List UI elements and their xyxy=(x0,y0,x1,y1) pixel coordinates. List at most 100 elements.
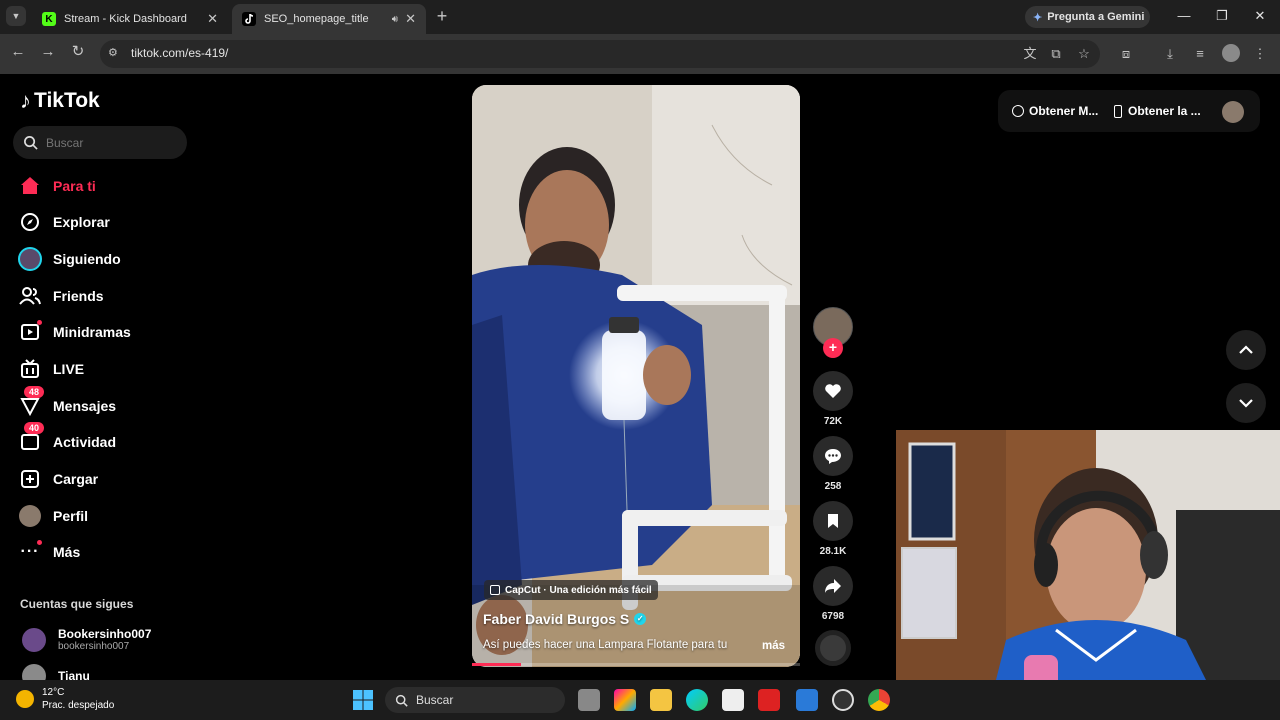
taskbar xyxy=(0,680,1280,720)
previous-video-button[interactable] xyxy=(1226,330,1266,370)
forward-arrow-icon[interactable]: → xyxy=(36,40,60,64)
more-icon: ··· xyxy=(18,540,42,564)
profile-avatar-icon[interactable] xyxy=(1222,44,1240,62)
file-explorer-icon[interactable] xyxy=(650,689,672,711)
tab-title: Stream - Kick Dashboard xyxy=(64,13,187,25)
download-icon[interactable]: ⤓ xyxy=(1160,44,1180,64)
music-disc-icon[interactable] xyxy=(815,630,851,666)
comment-bubble-icon xyxy=(825,448,841,464)
video-progress-fill xyxy=(472,663,522,666)
following-account[interactable]: Bookersinho007 bookersinho007 xyxy=(22,627,151,652)
obs-icon[interactable] xyxy=(832,689,854,711)
avatar[interactable] xyxy=(1222,101,1244,123)
restore-icon[interactable]: ❐ xyxy=(1210,6,1234,26)
menu-kebab-icon[interactable]: ⋮ xyxy=(1250,44,1270,64)
tiktok-logo[interactable]: ♪ TikTok xyxy=(20,88,100,114)
speaker-icon[interactable]: 🔊︎ xyxy=(392,14,398,25)
edge-browser-icon[interactable] xyxy=(686,689,708,711)
media-controls-icon[interactable]: ≡ xyxy=(1190,44,1210,64)
next-video-button[interactable] xyxy=(1226,383,1266,423)
mail-icon[interactable] xyxy=(796,689,818,711)
nav-item-mas[interactable]: ··· Más xyxy=(18,538,80,566)
search-input[interactable] xyxy=(46,135,176,150)
nav-label: Para ti xyxy=(53,178,96,194)
search-bar[interactable] xyxy=(13,126,187,159)
share-count: 6798 xyxy=(821,611,845,622)
copilot-icon[interactable] xyxy=(614,689,636,711)
back-arrow-icon[interactable]: ← xyxy=(6,40,30,64)
comment-button[interactable] xyxy=(813,436,853,476)
following-section-title: Cuentas que sigues xyxy=(20,597,134,611)
nav-label: Explorar xyxy=(53,214,110,230)
search-icon xyxy=(24,136,38,150)
microsoft-store-icon[interactable] xyxy=(722,689,744,711)
heart-icon xyxy=(825,384,841,398)
taskbar-search[interactable]: Buscar xyxy=(385,687,565,713)
nav-item-para-ti[interactable]: Para ti xyxy=(18,172,96,200)
save-button[interactable] xyxy=(813,501,853,541)
like-button[interactable] xyxy=(813,371,853,411)
close-icon[interactable]: ✕ xyxy=(207,11,218,27)
gemini-label: Pregunta a Gemini xyxy=(1047,11,1145,23)
nav-item-perfil[interactable]: Perfil xyxy=(18,502,88,530)
new-tab-button[interactable]: + xyxy=(432,6,452,26)
url-text[interactable]: tiktok.com/es-419/ xyxy=(131,46,228,60)
gemini-button[interactable]: ✦ Pregunta a Gemini xyxy=(1025,6,1150,28)
get-app-label: Obtener la ... xyxy=(1128,104,1201,118)
get-coins-button[interactable]: Obtener M... xyxy=(1012,104,1098,118)
video-author[interactable]: Faber David Burgos S ✓ xyxy=(483,611,647,627)
task-view-icon[interactable] xyxy=(578,689,600,711)
weather-condition: Prac. despejado xyxy=(42,700,115,711)
nav-item-mensajes[interactable]: 48 Mensajes xyxy=(18,386,116,420)
bookmark-icon xyxy=(828,514,838,528)
follow-plus-icon[interactable]: + xyxy=(823,338,843,358)
weather-widget[interactable]: 12°C Prac. despejado xyxy=(16,686,114,712)
taskbar-search-label: Buscar xyxy=(416,693,454,707)
get-app-button[interactable]: Obtener la ... xyxy=(1114,104,1201,118)
video-progress-track[interactable] xyxy=(472,663,800,666)
translate-icon[interactable]: 文 xyxy=(1020,44,1040,64)
capcut-label: CapCut · Una edición más fácil xyxy=(505,584,652,596)
avatar xyxy=(22,627,46,652)
close-icon[interactable]: ✕ xyxy=(405,11,416,27)
nav-item-cargar[interactable]: Cargar xyxy=(18,465,98,493)
bookmark-star-icon[interactable]: ☆ xyxy=(1074,44,1094,64)
minimize-icon[interactable]: — xyxy=(1172,6,1196,26)
search-icon xyxy=(395,694,408,707)
share-button[interactable] xyxy=(813,566,853,606)
mcafee-icon[interactable] xyxy=(758,689,780,711)
extensions-icon[interactable]: ⧈ xyxy=(1116,44,1136,64)
save-count: 28.1K xyxy=(819,546,847,557)
site-info-icon[interactable]: ⚙ xyxy=(108,46,118,59)
nav-item-explorar[interactable]: Explorar xyxy=(18,208,110,236)
address-bar[interactable] xyxy=(100,40,1100,68)
windows-start-icon[interactable] xyxy=(352,689,374,711)
friends-icon xyxy=(18,284,42,308)
nav-label: Siguiendo xyxy=(53,251,121,267)
kick-favicon-icon: K xyxy=(42,12,56,26)
tab-tiktok[interactable]: SEO_homepage_title 🔊︎ ✕ xyxy=(232,4,426,34)
account-name: Bookersinho007 xyxy=(58,627,152,641)
compass-icon xyxy=(18,210,42,234)
nav-label: Actividad xyxy=(53,434,117,450)
activity-icon: 40 xyxy=(18,422,45,454)
capcut-icon xyxy=(490,585,500,595)
nav-item-siguiendo[interactable]: Siguiendo xyxy=(18,245,121,273)
get-coins-label: Obtener M... xyxy=(1029,104,1099,118)
nav-item-live[interactable]: LIVE xyxy=(18,355,84,383)
nav-item-minidramas[interactable]: Minidramas xyxy=(18,318,131,346)
chrome-icon[interactable] xyxy=(868,689,890,711)
more-caption-button[interactable]: más xyxy=(762,640,785,652)
capcut-tag[interactable]: CapCut · Una edición más fácil xyxy=(484,580,658,600)
install-app-icon[interactable]: ⧉ xyxy=(1046,44,1066,64)
tab-kick-dashboard[interactable]: K Stream - Kick Dashboard ✕ xyxy=(32,4,228,34)
window-close-icon[interactable]: ✕ xyxy=(1248,6,1272,26)
gemini-sparkle-icon: ✦ xyxy=(1033,11,1043,24)
weather-sun-icon xyxy=(16,690,34,708)
notification-dot xyxy=(37,320,42,325)
reload-icon[interactable]: ↻ xyxy=(66,40,90,64)
nav-item-actividad[interactable]: 40 Actividad xyxy=(18,422,117,456)
account-handle: bookersinho007 xyxy=(58,641,130,652)
tab-search-button[interactable]: ▼ xyxy=(6,6,26,26)
nav-item-friends[interactable]: Friends xyxy=(18,282,104,310)
